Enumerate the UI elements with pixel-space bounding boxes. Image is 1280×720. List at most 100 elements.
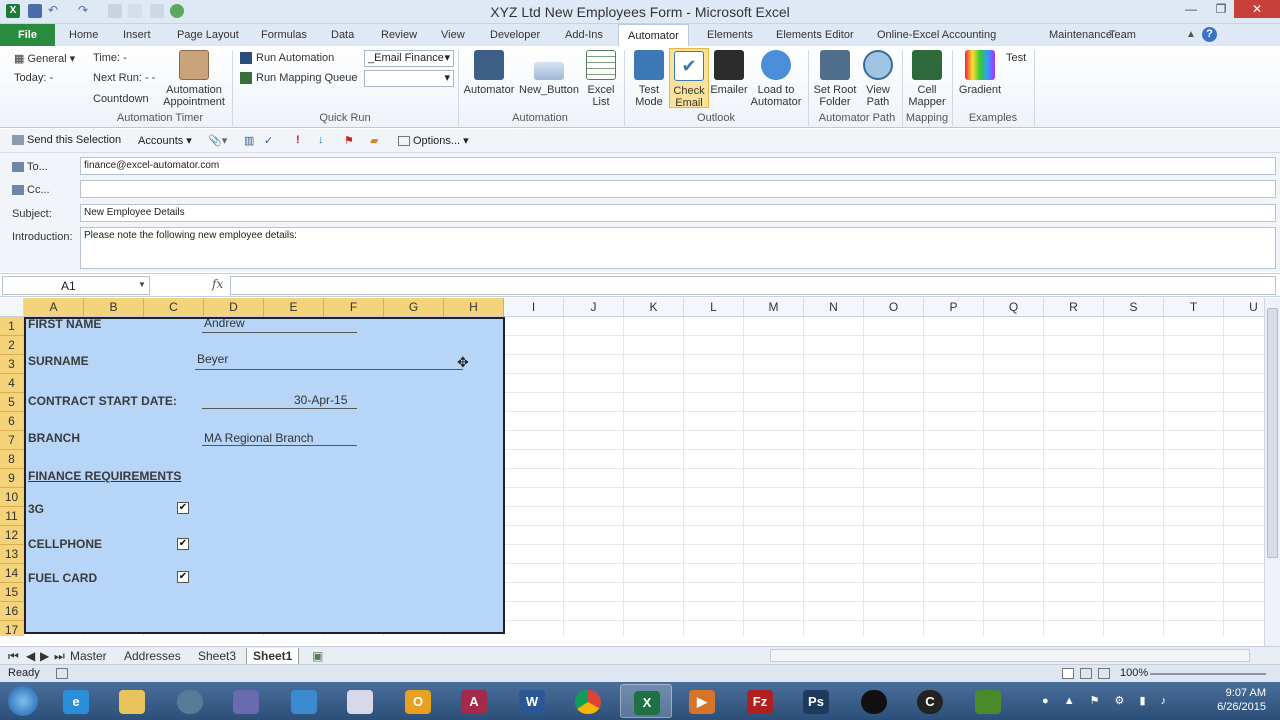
to-field[interactable]: finance@excel-automator.com: [80, 157, 1276, 175]
column-header-c[interactable]: C: [144, 298, 204, 317]
taskbar-explorer[interactable]: [106, 684, 158, 718]
automation-appointment-button[interactable]: Automation Appointment: [162, 50, 226, 108]
tab-team[interactable]: Team: [1100, 24, 1145, 46]
automator-button[interactable]: Automator: [462, 50, 516, 96]
item-cellphone-checkbox[interactable]: ✔: [177, 538, 189, 550]
column-header-d[interactable]: D: [204, 298, 264, 317]
check-email-button[interactable]: ✔ Check Email: [669, 48, 709, 109]
row-header-5[interactable]: 5: [0, 393, 24, 412]
column-header-k[interactable]: K: [624, 298, 684, 317]
zoom-level[interactable]: 100%: [1120, 667, 1148, 679]
subject-field[interactable]: New Employee Details: [80, 204, 1276, 222]
send-selection-button[interactable]: Send this Selection: [12, 134, 121, 146]
name-box-dropdown-icon[interactable]: ▼: [138, 280, 146, 289]
tab-formulas[interactable]: Formulas: [252, 24, 316, 46]
minimize-ribbon-icon[interactable]: ▲: [1186, 29, 1196, 40]
gradient-button[interactable]: Gradient: [956, 50, 1004, 96]
taskbar-app-speed[interactable]: [848, 684, 900, 718]
minimize-button[interactable]: —: [1176, 0, 1206, 18]
branch-value[interactable]: MA Regional Branch: [204, 431, 313, 445]
item-fuel-card-checkbox[interactable]: ✔: [177, 571, 189, 583]
taskbar-clock[interactable]: 9:07 AM 6/26/2015: [1217, 686, 1266, 714]
start-button[interactable]: [8, 686, 38, 716]
contract-start-value[interactable]: 30-Apr-15: [294, 393, 347, 407]
tray-icons[interactable]: ● ▲ ⚑ ⚙ ▮ ♪: [1042, 694, 1202, 708]
sheet-tab-master[interactable]: Master: [64, 648, 113, 664]
tab-developer[interactable]: Developer: [481, 24, 549, 46]
general-dropdown[interactable]: ▦ General ▾: [14, 52, 75, 65]
view-normal-icon[interactable]: [1062, 668, 1074, 679]
row-header-9[interactable]: 9: [0, 469, 24, 488]
low-importance-icon[interactable]: ↓: [318, 134, 324, 146]
tab-online-excel-accounting[interactable]: Online-Excel Accounting: [868, 24, 1005, 46]
column-header-u[interactable]: U: [1224, 298, 1264, 317]
column-header-a[interactable]: A: [24, 298, 84, 317]
sheet-tab-sheet1[interactable]: Sheet1: [246, 648, 300, 664]
column-header-i[interactable]: I: [504, 298, 564, 317]
column-header-b[interactable]: B: [84, 298, 144, 317]
column-header-r[interactable]: R: [1044, 298, 1104, 317]
taskbar-app-paint[interactable]: [334, 684, 386, 718]
taskbar-app-green[interactable]: [962, 684, 1014, 718]
taskbar-ie[interactable]: e: [50, 684, 102, 718]
view-page-layout-icon[interactable]: [1080, 668, 1092, 679]
taskbar-app-camtasia[interactable]: C: [904, 684, 956, 718]
flag-icon[interactable]: ⚑: [344, 134, 354, 147]
fx-icon[interactable]: fx: [212, 277, 223, 291]
row-header-2[interactable]: 2: [0, 336, 24, 355]
taskbar-photoshop[interactable]: Ps: [790, 684, 842, 718]
tab-elements-editor[interactable]: Elements Editor: [767, 24, 863, 46]
row-header-11[interactable]: 11: [0, 507, 24, 526]
surname-value[interactable]: Beyer: [197, 352, 228, 366]
set-root-folder-button[interactable]: Set Root Folder: [812, 50, 858, 108]
restore-button[interactable]: ❐: [1206, 0, 1236, 18]
emailer-button[interactable]: Emailer: [710, 50, 748, 96]
close-button[interactable]: ✕: [1234, 0, 1280, 18]
taskbar-media[interactable]: ▶: [676, 684, 728, 718]
row-header-17[interactable]: 17: [0, 621, 24, 636]
column-header-t[interactable]: T: [1164, 298, 1224, 317]
cc-button[interactable]: Cc...: [12, 184, 50, 196]
vertical-scrollbar[interactable]: [1264, 298, 1280, 646]
row-header-1[interactable]: 1: [0, 317, 24, 336]
tab-page-layout[interactable]: Page Layout: [168, 24, 248, 46]
tab-file[interactable]: File: [0, 24, 55, 46]
formula-input[interactable]: [230, 276, 1276, 295]
tab-automator[interactable]: Automator: [618, 24, 689, 46]
macro-record-icon[interactable]: [56, 668, 68, 679]
introduction-field[interactable]: Please note the following new employee d…: [80, 227, 1276, 269]
cc-field[interactable]: [80, 180, 1276, 198]
taskbar-app-globe[interactable]: [164, 684, 216, 718]
row-header-15[interactable]: 15: [0, 583, 24, 602]
select-all-corner[interactable]: [0, 298, 24, 317]
sheet-tab-addresses[interactable]: Addresses: [118, 648, 187, 664]
tab-insert[interactable]: Insert: [114, 24, 160, 46]
row-header-12[interactable]: 12: [0, 526, 24, 545]
options-button[interactable]: Options... ▾: [398, 134, 469, 147]
column-header-s[interactable]: S: [1104, 298, 1164, 317]
row-header-7[interactable]: 7: [0, 431, 24, 450]
row-header-14[interactable]: 14: [0, 564, 24, 583]
item-3g-checkbox[interactable]: ✔: [177, 502, 189, 514]
cell-mapper-button[interactable]: Cell Mapper: [906, 50, 948, 108]
check-names-icon[interactable]: ✓: [264, 134, 273, 147]
tab-elements[interactable]: Elements: [698, 24, 762, 46]
first-name-value[interactable]: Andrew: [204, 316, 245, 330]
quick-run-select[interactable]: _Email Finance ▾: [364, 50, 454, 67]
taskbar-filezilla[interactable]: Fz: [734, 684, 786, 718]
column-header-q[interactable]: Q: [984, 298, 1044, 317]
help-icon[interactable]: ?: [1202, 27, 1217, 42]
column-header-j[interactable]: J: [564, 298, 624, 317]
column-header-g[interactable]: G: [384, 298, 444, 317]
row-header-6[interactable]: 6: [0, 412, 24, 431]
horizontal-scrollbar[interactable]: [770, 649, 1250, 662]
column-header-e[interactable]: E: [264, 298, 324, 317]
tab-add-ins[interactable]: Add-Ins: [556, 24, 612, 46]
high-importance-icon[interactable]: !: [296, 134, 300, 146]
attach-icon[interactable]: 📎▾: [208, 134, 227, 147]
test-button[interactable]: Test: [1006, 52, 1026, 64]
tab-view[interactable]: View: [432, 24, 474, 46]
column-header-o[interactable]: O: [864, 298, 924, 317]
column-header-f[interactable]: F: [324, 298, 384, 317]
row-header-13[interactable]: 13: [0, 545, 24, 564]
